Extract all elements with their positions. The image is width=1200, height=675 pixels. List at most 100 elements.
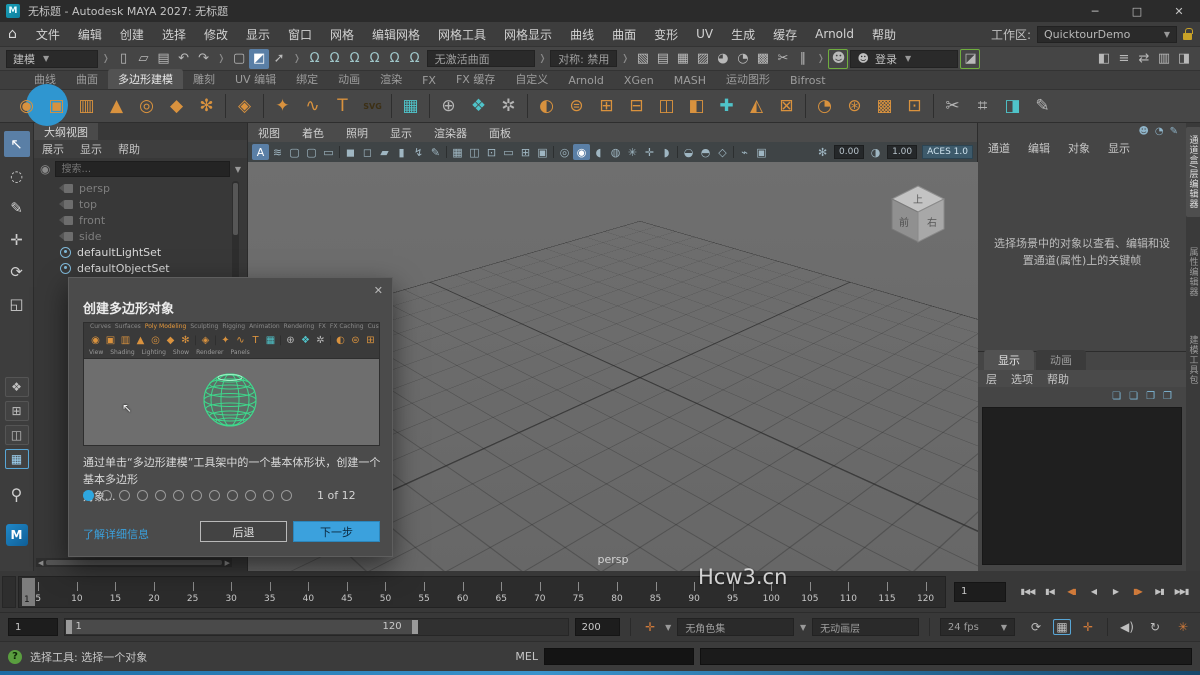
viewport-toolbar-icon[interactable]: ◓ — [697, 144, 714, 160]
group-collapse-arrow[interactable]: ❭ — [100, 54, 112, 64]
outliner-menu-item[interactable]: 帮助 — [118, 141, 140, 157]
menu-item[interactable]: 文件 — [27, 26, 69, 43]
shelf-tab[interactable]: 运动图形 — [716, 69, 780, 89]
exposure-field[interactable]: 0.00 — [834, 145, 864, 159]
shelf-tool-icon[interactable]: ✎ — [1028, 92, 1057, 121]
chevron-down-icon[interactable]: ▼ — [235, 165, 241, 174]
shelf-tab[interactable]: 雕刻 — [183, 69, 225, 89]
viewport-menu-item[interactable]: 照明 — [346, 125, 368, 141]
channelbox-menu-item[interactable]: 对象 — [1068, 140, 1090, 156]
sidebar-toggle-icon[interactable]: ⇄ — [1134, 49, 1154, 69]
gear-icon[interactable]: ✻ — [814, 144, 831, 160]
menu-item[interactable]: 编辑网格 — [363, 26, 429, 43]
viewport-toolbar-icon[interactable]: A — [252, 144, 269, 160]
avatar-icon[interactable]: ☻ — [828, 49, 848, 69]
shelf-tool-icon[interactable]: ◭ — [742, 92, 771, 121]
shelf-tool-icon[interactable]: ◔ — [810, 92, 839, 121]
menu-item[interactable]: 网格工具 — [429, 26, 495, 43]
shelf-tool-icon[interactable]: ◧ — [682, 92, 711, 121]
shelf-tab[interactable]: Arnold — [558, 72, 614, 89]
audio-sync-icon[interactable]: ↻ — [1146, 620, 1164, 634]
viewport-toolbar-icon[interactable]: ▦ — [449, 144, 466, 160]
pagination-dot[interactable] — [155, 490, 166, 501]
layer-menu-item[interactable]: 选项 — [1011, 371, 1033, 387]
render-icon[interactable]: ∥ — [793, 49, 813, 69]
group-collapse-arrow[interactable]: ❭ — [815, 54, 827, 64]
layer-create-icon[interactable]: ❏ — [1129, 391, 1138, 402]
home-icon[interactable]: ⌂ — [8, 26, 17, 42]
viewport-menu-item[interactable]: 面板 — [489, 125, 511, 141]
colorspace-badge[interactable]: ACES 1.0 — [922, 145, 973, 159]
shelf-tool-icon[interactable]: ◨ — [998, 92, 1027, 121]
viewport-toolbar-icon[interactable]: ▮ — [393, 144, 410, 160]
snap-icon[interactable]: Ω — [385, 49, 405, 69]
shelf-tool-icon[interactable]: ▥ — [72, 92, 101, 121]
viewport-toolbar-icon[interactable]: ⊞ — [517, 144, 534, 160]
layer-create-icon[interactable]: ❐ — [1146, 391, 1155, 402]
playback-option-icon[interactable]: ▦ — [1053, 619, 1071, 635]
outliner-item[interactable]: front — [34, 212, 247, 228]
selection-mask-icon[interactable]: ➚ — [269, 49, 289, 69]
shelf-tab[interactable]: 渲染 — [370, 69, 412, 89]
pagination-dot[interactable] — [191, 490, 202, 501]
layer-menu-item[interactable]: 帮助 — [1047, 371, 1069, 387]
playback-button[interactable]: ▶▶▮ — [1172, 582, 1191, 602]
current-frame-field[interactable]: 1 — [954, 582, 1006, 602]
shelf-tab[interactable]: 曲面 — [66, 69, 108, 89]
workspace-select[interactable]: QuicktourDemo ▼ — [1037, 26, 1177, 43]
chevron-down-icon[interactable]: ▼ — [665, 623, 671, 632]
pagination-dot[interactable] — [83, 490, 94, 501]
shelf-tool-icon[interactable]: ⊠ — [772, 92, 801, 121]
shelf-tab[interactable]: FX — [412, 72, 446, 89]
playback-button[interactable]: ▮◀ — [1040, 582, 1059, 602]
shelf-tool-icon[interactable] — [222, 92, 229, 121]
range-slider-active[interactable] — [66, 620, 418, 634]
pagination-dot[interactable] — [119, 490, 130, 501]
playback-option-icon[interactable]: ⟳ — [1027, 620, 1045, 634]
layout-button[interactable]: ❖ — [5, 377, 29, 397]
channelbox-menu-item[interactable]: 显示 — [1108, 140, 1130, 156]
viewport-toolbar-icon[interactable]: ◫ — [466, 144, 483, 160]
shelf-tool-icon[interactable]: ✦ — [268, 92, 297, 121]
snap-icon[interactable]: Ω — [305, 49, 325, 69]
layout-button[interactable]: ⊞ — [5, 401, 29, 421]
render-icon[interactable]: ◔ — [733, 49, 753, 69]
shelf-tool-icon[interactable]: ◆ — [162, 92, 191, 121]
shelf-tool-icon[interactable]: ◫ — [652, 92, 681, 121]
shelf-tool-icon[interactable]: ⊟ — [622, 92, 651, 121]
menu-item[interactable]: 显示 — [237, 26, 279, 43]
viewport-menu-item[interactable]: 视图 — [258, 125, 280, 141]
sidebar-tab[interactable]: 建模工具包 — [1186, 327, 1200, 393]
shelf-tool-icon[interactable]: ⊕ — [434, 92, 463, 121]
next-button[interactable]: 下一步 — [293, 521, 380, 542]
viewport-toolbar-icon[interactable]: ◒ — [680, 144, 697, 160]
shelf-tool-icon[interactable]: ◐ — [532, 92, 561, 121]
shelf-tool-icon[interactable]: ▩ — [870, 92, 899, 121]
minimize-button[interactable]: ─ — [1074, 0, 1116, 22]
menu-item[interactable]: 编辑 — [69, 26, 111, 43]
shelf-tool-icon[interactable]: ◈ — [230, 92, 259, 121]
file-op-icon[interactable]: ▤ — [154, 49, 174, 69]
file-op-icon[interactable]: ↶ — [174, 49, 194, 69]
viewport-toolbar-icon[interactable]: ▣ — [534, 144, 551, 160]
shelf-tab[interactable]: UV 编辑 — [225, 69, 286, 89]
tool-icon[interactable]: ✎ — [4, 195, 30, 221]
active-surface-field[interactable]: 无激活曲面 — [427, 50, 535, 67]
sidebar-toggle-icon[interactable]: ◨ — [1174, 49, 1194, 69]
viewport-toolbar-icon[interactable]: ▰ — [376, 144, 393, 160]
layer-editor-tab[interactable]: 显示 — [984, 350, 1034, 370]
current-time-marker[interactable]: 1 — [22, 578, 35, 606]
shelf-tab[interactable]: Bifrost — [780, 72, 836, 89]
layout-button[interactable]: ▦ — [5, 449, 29, 469]
shelf-tool-icon[interactable]: ∿ — [298, 92, 327, 121]
symmetry-field[interactable]: 对称: 禁用 — [550, 50, 617, 67]
zoom-tool-icon[interactable]: ⚲ — [11, 485, 23, 504]
mel-label[interactable]: MEL — [515, 650, 538, 663]
menu-item[interactable]: 帮助 — [863, 26, 905, 43]
channelbox-header-icon[interactable]: ◔ — [1155, 126, 1164, 137]
viewport-toolbar-icon[interactable]: ◖ — [590, 144, 607, 160]
channelbox-header-icon[interactable]: ☻ — [1138, 126, 1148, 137]
outliner-search-input[interactable] — [55, 161, 229, 177]
shelf-tool-icon[interactable] — [260, 92, 267, 121]
set-key-icon[interactable]: ✛ — [641, 620, 659, 634]
